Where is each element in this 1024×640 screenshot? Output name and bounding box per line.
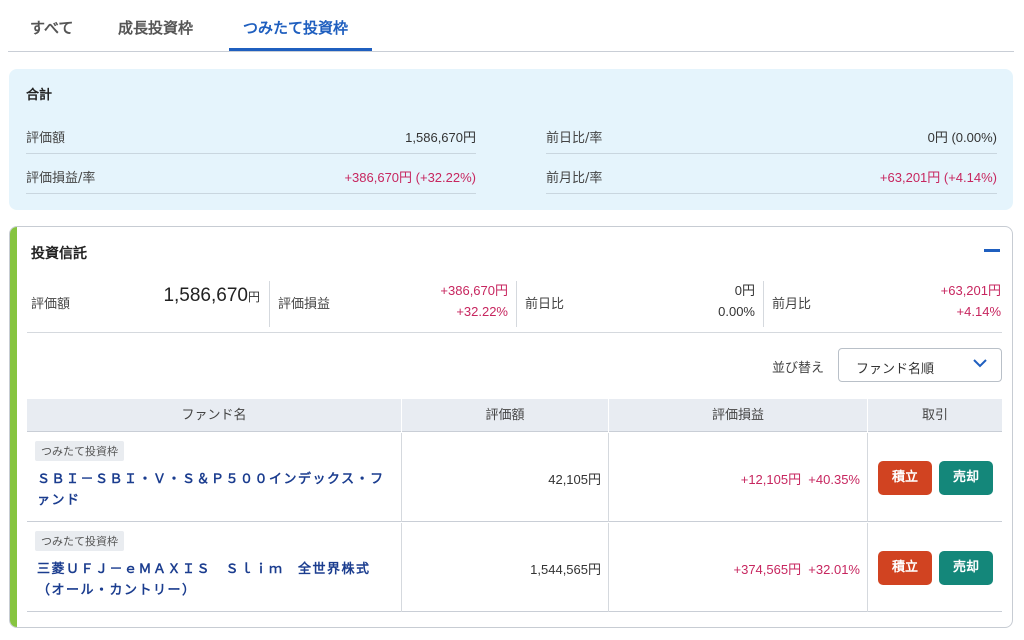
fund-pl-rate: +32.22% xyxy=(456,304,508,319)
summary-pl-row: 評価損益/率 +386,670円 (+32.22%) xyxy=(26,154,476,194)
active-tab-indicator xyxy=(229,48,372,51)
fund-day-rate: 0.00% xyxy=(718,304,755,319)
stat-divider xyxy=(269,281,270,327)
summary-valuation-value: 1,586,670円 xyxy=(405,130,476,145)
cell-divider xyxy=(608,433,609,522)
collapse-icon[interactable] xyxy=(984,249,1000,252)
summary-pl-label: 評価損益/率 xyxy=(26,171,96,186)
summary-valuation-label: 評価額 xyxy=(26,131,66,146)
sort-label: 並び替え xyxy=(772,361,825,376)
accumulate-button[interactable]: 積立 xyxy=(878,551,932,585)
sell-button[interactable]: 売却 xyxy=(939,551,993,585)
summary-pl-value: +386,670円 (+32.22%) xyxy=(344,170,476,185)
summary-day-change-value: 0円 (0.00%) xyxy=(927,130,997,145)
investment-trust-card: 投資信託 評価額 1,586,670円 評価損益 +386,670円 +32.2… xyxy=(9,226,1013,628)
cell-divider xyxy=(401,523,402,612)
section-accent-bar xyxy=(10,227,17,627)
total-summary-panel: 合計 評価額 1,586,670円 前日比/率 0円 (0.00%) 評価損益/… xyxy=(9,69,1013,210)
row-valuation: 1,544,565円 xyxy=(530,562,601,577)
fund-pl: +386,670円 +32.22% xyxy=(390,280,508,322)
row-pl: +374,565円 +32.01% xyxy=(733,562,861,577)
stats-divider xyxy=(27,332,1002,333)
cell-divider xyxy=(867,523,868,612)
header-trade: 取引 xyxy=(921,408,948,423)
sort-select[interactable]: ファンド名順 xyxy=(838,348,1002,382)
chevron-down-icon xyxy=(973,359,987,368)
table-row: つみたて投資枠 ＳＢＩ－ＳＢＩ・Ｖ・Ｓ＆Ｐ５００インデックス・ファンド 42,1… xyxy=(27,433,1002,522)
fund-month-amount: +63,201円 xyxy=(940,283,1001,298)
fund-valuation: 1,586,670円 xyxy=(130,285,260,308)
fund-month-rate: +4.14% xyxy=(956,304,1001,319)
cell-divider xyxy=(401,433,402,522)
summary-valuation-row: 評価額 1,586,670円 xyxy=(26,114,476,154)
fund-day-label: 前日比 xyxy=(525,297,565,312)
tab-all[interactable]: すべて xyxy=(30,17,73,38)
fund-pl-label: 評価損益 xyxy=(278,297,331,312)
fund-name-link[interactable]: ＳＢＩ－ＳＢＩ・Ｖ・Ｓ＆Ｐ５００インデックス・ファンド xyxy=(37,469,387,511)
fund-valuation-label: 評価額 xyxy=(31,297,71,312)
table-header: ファンド名 評価額 評価損益 取引 xyxy=(27,399,1002,432)
section-title: 投資信託 xyxy=(31,246,87,262)
account-type-badge: つみたて投資枠 xyxy=(35,531,124,551)
header-pl: 評価損益 xyxy=(609,399,868,432)
fund-day-change: 0円 0.00% xyxy=(640,280,755,322)
accumulate-button[interactable]: 積立 xyxy=(878,461,932,495)
cell-divider xyxy=(867,433,868,522)
account-type-badge: つみたて投資枠 xyxy=(35,441,124,461)
fund-pl-amount: +386,670円 xyxy=(440,283,508,298)
sell-button[interactable]: 売却 xyxy=(939,461,993,495)
cell-divider xyxy=(608,523,609,612)
header-valuation: 評価額 xyxy=(402,399,609,432)
tab-tsumitate[interactable]: つみたて投資枠 xyxy=(243,17,348,38)
summary-month-change-row: 前月比/率 +63,201円 (+4.14%) xyxy=(546,154,997,194)
row-pl: +12,105円 +40.35% xyxy=(740,472,860,487)
summary-day-change-row: 前日比/率 0円 (0.00%) xyxy=(546,114,997,154)
summary-title: 合計 xyxy=(26,88,53,103)
fund-valuation-value: 1,586,670 xyxy=(163,285,248,306)
summary-day-change-label: 前日比/率 xyxy=(546,131,603,146)
row-valuation: 42,105円 xyxy=(548,472,601,487)
fund-day-amount: 0円 xyxy=(734,283,755,298)
summary-month-change-label: 前月比/率 xyxy=(546,171,603,186)
tab-bar: すべて 成長投資枠 つみたて投資枠 xyxy=(8,0,1014,52)
table-row: つみたて投資枠 三菱ＵＦＪ－ｅＭＡＸＩＳ Ｓｌｉｍ 全世界株式（オール・カントリ… xyxy=(27,523,1002,612)
sort-selected-value: ファンド名順 xyxy=(856,362,935,377)
fund-month-label: 前月比 xyxy=(772,297,812,312)
fund-valuation-unit: 円 xyxy=(247,290,260,304)
header-fund-name: ファンド名 xyxy=(27,399,402,432)
fund-month-change: +63,201円 +4.14% xyxy=(880,280,1001,322)
summary-month-change-value: +63,201円 (+4.14%) xyxy=(879,170,997,185)
stat-divider xyxy=(516,281,517,327)
stat-divider xyxy=(763,281,764,327)
fund-name-link[interactable]: 三菱ＵＦＪ－ｅＭＡＸＩＳ Ｓｌｉｍ 全世界株式（オール・カントリー） xyxy=(37,559,387,601)
tab-growth[interactable]: 成長投資枠 xyxy=(118,17,193,38)
